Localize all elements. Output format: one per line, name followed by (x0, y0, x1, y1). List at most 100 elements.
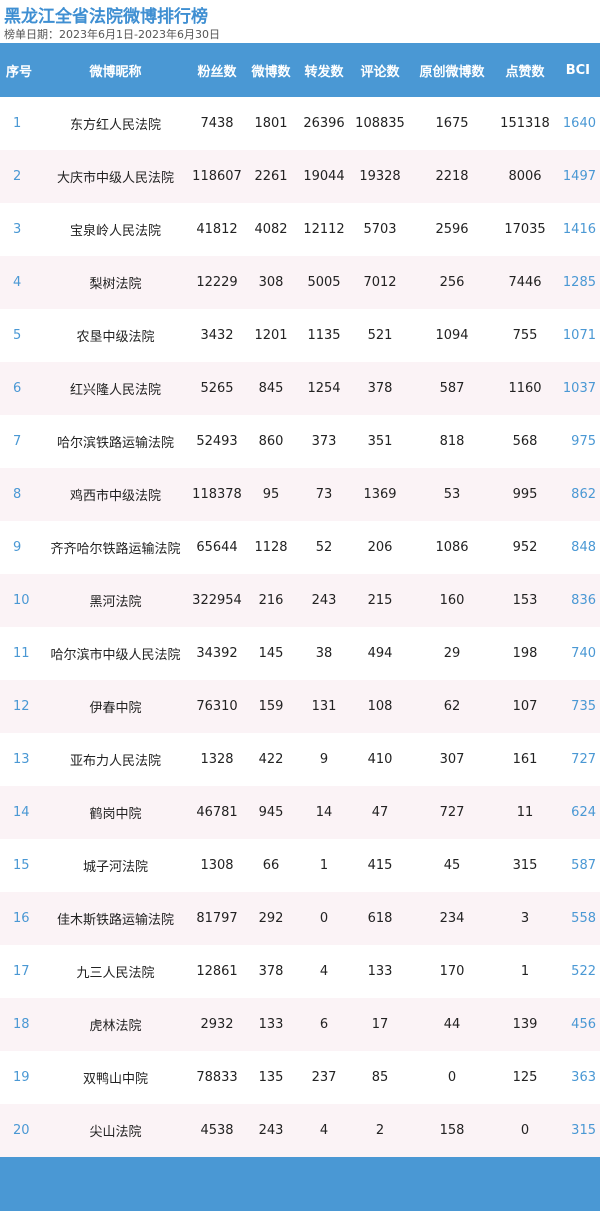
weibo-name-cell: 农垦中级法院 (76, 330, 155, 345)
ranking-date: 榜单日期：2023年6月1日-2023年6月30日 (4, 28, 220, 41)
rank-cell: 14 (13, 805, 30, 820)
rank-cell: 10 (13, 593, 30, 608)
posts-cell: 135 (258, 1070, 284, 1085)
original-posts-cell: 256 (439, 275, 465, 290)
rank-cell: 15 (13, 858, 30, 873)
original-posts-cell: 158 (439, 1123, 465, 1138)
reposts-cell: 4 (319, 1123, 329, 1138)
weibo-name-cell: 红兴隆人民法院 (69, 383, 161, 398)
posts-cell: 308 (258, 275, 284, 290)
followers-cell: 65644 (196, 540, 238, 555)
ranking-table-body: 1 东方红人民法院 7438 1801 26396 108835 1675 151318 164… (0, 97, 600, 1157)
original-posts-cell: 2596 (435, 222, 469, 237)
comments-cell: 618 (367, 911, 393, 926)
bci-cell: 735 (571, 699, 596, 714)
posts-cell: 945 (258, 805, 284, 820)
weibo-name-cell: 九三人民法院 (76, 966, 155, 981)
bci-cell: 1285 (562, 275, 596, 290)
original-posts-cell: 45 (443, 858, 461, 873)
followers-cell: 81797 (196, 911, 238, 926)
header-posts: 微博数 (251, 64, 291, 80)
likes-cell: 1160 (508, 381, 542, 396)
rank-cell: 19 (13, 1070, 30, 1085)
reposts-cell: 14 (315, 805, 333, 820)
reposts-cell: 52 (315, 540, 333, 555)
posts-cell: 243 (258, 1123, 284, 1138)
bci-cell: 1497 (562, 169, 596, 184)
reposts-cell: 38 (315, 646, 333, 661)
comments-cell: 521 (367, 328, 393, 343)
original-posts-cell: 727 (439, 805, 465, 820)
likes-cell: 0 (520, 1123, 530, 1138)
comments-cell: 2 (375, 1123, 385, 1138)
likes-cell: 107 (512, 699, 538, 714)
posts-cell: 159 (258, 699, 284, 714)
reposts-cell: 4 (319, 964, 329, 979)
followers-cell: 322954 (192, 593, 242, 608)
reposts-cell: 1135 (307, 328, 341, 343)
likes-cell: 995 (512, 487, 538, 502)
table-row: 18 虎林法院 2932 133 6 17 44 139 456 (0, 998, 600, 1051)
rank-cell: 6 (13, 381, 22, 396)
header-original-posts: 原创微博数 (419, 64, 485, 80)
weibo-name-cell: 城子河法院 (82, 860, 148, 875)
likes-cell: 11 (516, 805, 534, 820)
table-row: 11 哈尔滨市中级人民法院 34392 145 38 494 29 198 740 (0, 627, 600, 680)
weibo-name-cell: 双鸭山中院 (82, 1072, 148, 1087)
comments-cell: 108835 (355, 116, 405, 131)
weibo-name-cell: 佳木斯铁路运输法院 (56, 913, 174, 928)
bci-cell: 522 (571, 964, 596, 979)
posts-cell: 133 (258, 1017, 284, 1032)
bci-cell: 1416 (562, 222, 596, 237)
reposts-cell: 1 (319, 858, 329, 873)
original-posts-cell: 587 (439, 381, 465, 396)
original-posts-cell: 44 (443, 1017, 461, 1032)
table-row: 6 红兴隆人民法院 5265 845 1254 378 587 1160 1037 (0, 362, 600, 415)
rank-cell: 1 (13, 116, 22, 131)
original-posts-cell: 160 (439, 593, 465, 608)
followers-cell: 3432 (200, 328, 234, 343)
followers-cell: 2932 (200, 1017, 234, 1032)
reposts-cell: 0 (319, 911, 329, 926)
followers-cell: 1328 (200, 752, 234, 767)
posts-cell: 422 (258, 752, 284, 767)
original-posts-cell: 53 (443, 487, 461, 502)
weibo-name-cell: 鸡西市中级法院 (69, 489, 161, 504)
likes-cell: 198 (512, 646, 538, 661)
rank-cell: 5 (13, 328, 22, 343)
reposts-cell: 6 (319, 1017, 329, 1032)
likes-cell: 151318 (500, 116, 550, 131)
table-row: 1 东方红人民法院 7438 1801 26396 108835 1675 151318 164… (0, 97, 600, 150)
weibo-name-cell: 亚布力人民法院 (69, 754, 161, 769)
likes-cell: 153 (512, 593, 538, 608)
comments-cell: 47 (371, 805, 389, 820)
weibo-name-cell: 大庆市中级人民法院 (56, 171, 174, 186)
rank-cell: 9 (13, 540, 22, 555)
likes-cell: 315 (512, 858, 538, 873)
table-row: 13 亚布力人民法院 1328 422 9 410 307 161 727 (0, 733, 600, 786)
page-title: 黑龙江全省法院微博排行榜 (4, 7, 208, 27)
bci-cell: 363 (571, 1070, 596, 1085)
original-posts-cell: 307 (439, 752, 465, 767)
likes-cell: 139 (512, 1017, 538, 1032)
followers-cell: 118607 (192, 169, 242, 184)
original-posts-cell: 1675 (435, 116, 469, 131)
reposts-cell: 1254 (307, 381, 341, 396)
rank-cell: 13 (13, 752, 30, 767)
bci-cell: 836 (571, 593, 596, 608)
rank-cell: 12 (13, 699, 30, 714)
header-followers: 粉丝数 (197, 64, 237, 80)
weibo-name-cell: 哈尔滨铁路运输法院 (56, 436, 174, 451)
likes-cell: 755 (512, 328, 538, 343)
bci-cell: 315 (571, 1123, 596, 1138)
followers-cell: 7438 (200, 116, 234, 131)
table-row: 15 城子河法院 1308 66 1 415 45 315 587 (0, 839, 600, 892)
table-row: 7 哈尔滨铁路运输法院 52493 860 373 351 818 568 975 (0, 415, 600, 468)
bci-cell: 862 (571, 487, 596, 502)
comments-cell: 215 (367, 593, 393, 608)
likes-cell: 3 (520, 911, 530, 926)
table-row: 17 九三人民法院 12861 378 4 133 170 1 522 (0, 945, 600, 998)
posts-cell: 378 (258, 964, 284, 979)
table-row: 19 双鸭山中院 78833 135 237 85 0 125 363 (0, 1051, 600, 1104)
reposts-cell: 131 (311, 699, 337, 714)
